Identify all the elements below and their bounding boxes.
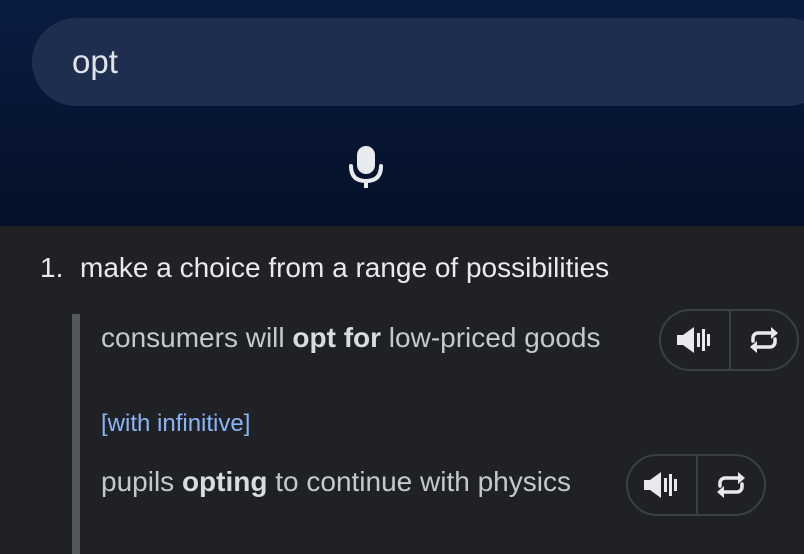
repeat-icon: [747, 325, 781, 355]
microphone-icon[interactable]: [346, 144, 386, 190]
play-example-button[interactable]: [628, 456, 696, 514]
speaker-icon: [643, 471, 680, 499]
grammar-note: [with infinitive]: [101, 410, 251, 437]
play-example-button[interactable]: [661, 311, 729, 369]
example-text: to continue with physics: [267, 466, 571, 497]
example-sentence: pupils opting to continue with physics: [101, 466, 571, 498]
repeat-example-button[interactable]: [695, 456, 764, 514]
example-audio-controls: [626, 454, 766, 516]
search-header: opt: [0, 0, 804, 226]
example-keyword: opt for: [292, 322, 382, 353]
example-text: pupils: [101, 466, 182, 497]
search-query[interactable]: opt: [72, 40, 118, 84]
repeat-example-button[interactable]: [728, 311, 797, 369]
sense-definition: make a choice from a range of possibilit…: [80, 252, 610, 283]
definition-panel: 1. make a choice from a range of possibi…: [0, 226, 804, 554]
example-sentence: consumers will opt for low-priced goods: [101, 322, 600, 354]
example-quote-bar: [72, 314, 80, 554]
speaker-icon: [676, 326, 713, 354]
example-keyword: opting: [181, 466, 268, 497]
search-input[interactable]: opt: [32, 18, 804, 106]
example-text: low-priced goods: [381, 322, 601, 353]
example-audio-controls: [659, 309, 799, 371]
sense-number: 1.: [40, 252, 64, 283]
example-text: consumers will: [101, 322, 293, 353]
repeat-icon: [714, 470, 748, 500]
